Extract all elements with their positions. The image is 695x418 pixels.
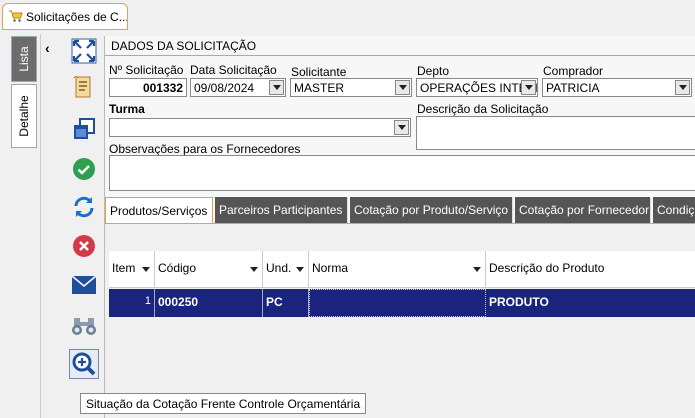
- tooltip: Situação da Cotação Frente Controle Orça…: [80, 393, 367, 414]
- tab-produtos-servicos-label: Produtos/Serviços: [110, 204, 208, 218]
- column-header-descricao[interactable]: Descrição do Produto: [486, 251, 695, 288]
- search-binoculars-button[interactable]: [69, 311, 99, 341]
- zoom-icon: [72, 352, 96, 376]
- budget-situation-button[interactable]: [69, 349, 99, 379]
- depto-dropdown-icon[interactable]: [521, 80, 536, 95]
- comprador-label: Comprador: [543, 64, 604, 78]
- numero-label: Nº Solicitação: [109, 63, 184, 77]
- cell-descricao[interactable]: PRODUTO: [486, 289, 695, 317]
- comprador-value: PATRICIA: [546, 81, 600, 95]
- turma-select[interactable]: [109, 118, 411, 137]
- check-icon: [73, 158, 95, 180]
- collapse-column: ‹: [40, 34, 62, 418]
- column-header-codigo-label: Código: [158, 261, 197, 275]
- expand-icon: [71, 38, 97, 64]
- tab-parceiros-label: Parceiros Participantes: [219, 203, 343, 217]
- numero-field[interactable]: 001332: [109, 78, 187, 97]
- chevron-left-icon[interactable]: ‹: [45, 40, 50, 56]
- column-header-und[interactable]: Und.: [263, 251, 309, 288]
- sort-dropdown-icon[interactable]: [473, 267, 481, 272]
- tab-cotacao-produto-label: Cotação por Produto/Serviço: [354, 203, 509, 217]
- sort-dropdown-icon[interactable]: [250, 267, 258, 272]
- data-field[interactable]: 09/08/2024: [190, 78, 286, 97]
- turma-label: Turma: [109, 102, 145, 116]
- turma-dropdown-icon[interactable]: [394, 120, 409, 135]
- tab-lista[interactable]: Lista: [11, 36, 37, 82]
- observacoes-label: Observações para os Fornecedores: [109, 142, 301, 156]
- cancel-icon: [73, 235, 95, 257]
- data-value: 09/08/2024: [194, 81, 255, 95]
- email-button[interactable]: [69, 270, 99, 300]
- solicitante-value: MASTER: [294, 81, 345, 95]
- document-tab-strip: Solicitações de C...: [0, 0, 695, 34]
- tab-condicoes-label: Condiçõ: [657, 203, 695, 217]
- column-header-norma-label: Norma: [312, 261, 349, 275]
- cell-und[interactable]: PC: [263, 289, 309, 317]
- tab-cotacao-fornecedor-label: Cotação por Fornecedor: [519, 203, 650, 217]
- tab-detalhe-label: Detalhe: [17, 95, 31, 137]
- depto-label: Depto: [417, 64, 450, 78]
- tab-parceiros-participantes[interactable]: Parceiros Participantes: [215, 197, 348, 223]
- refresh-icon: [74, 196, 94, 218]
- cancel-button[interactable]: [69, 231, 99, 261]
- data-label: Data Solicitação: [190, 63, 277, 77]
- column-header-descricao-label: Descrição do Produto: [489, 261, 605, 275]
- document-icon: [73, 76, 91, 98]
- document-tab-title: Solicitações de C...: [26, 10, 128, 24]
- products-tab-body: Item Código Und. Norma Descrição do Prod…: [105, 223, 695, 418]
- column-header-item-label: Item: [112, 261, 136, 275]
- confirm-button[interactable]: [69, 154, 99, 184]
- tab-lista-label: Lista: [17, 46, 31, 72]
- copy-window-button[interactable]: [69, 114, 99, 144]
- tab-cotacao-fornecedor[interactable]: Cotação por Fornecedor: [515, 197, 651, 223]
- solicitante-label: Solicitante: [291, 65, 347, 79]
- expand-button[interactable]: [69, 36, 99, 66]
- solicitante-select[interactable]: MASTER: [290, 78, 412, 97]
- section-title: DADOS DA SOLICITAÇÃO: [105, 36, 695, 56]
- tab-condicoes[interactable]: Condiçõ: [653, 197, 695, 223]
- observacoes-field[interactable]: [109, 155, 695, 191]
- detail-panel: DADOS DA SOLICITAÇÃO Nº Solicitação 0013…: [104, 36, 695, 418]
- binoculars-icon: [72, 318, 96, 335]
- column-header-item[interactable]: Item: [109, 251, 155, 288]
- mail-icon: [71, 275, 97, 294]
- toolbar: [62, 34, 104, 418]
- document-tab[interactable]: Solicitações de C...: [2, 3, 128, 30]
- copy-window-icon: [74, 118, 95, 139]
- column-header-norma[interactable]: Norma: [309, 251, 486, 288]
- cell-codigo[interactable]: 000250: [155, 289, 263, 317]
- tab-cotacao-produto[interactable]: Cotação por Produto/Serviço: [350, 197, 513, 223]
- column-header-codigo[interactable]: Código: [155, 251, 263, 288]
- detail-tabs: Produtos/Serviços Parceiros Participante…: [105, 197, 695, 223]
- document-button[interactable]: [69, 72, 99, 102]
- sort-dropdown-icon[interactable]: [296, 267, 304, 272]
- solicitante-dropdown-icon[interactable]: [395, 80, 410, 95]
- side-tabs: Lista Detalhe: [0, 34, 40, 418]
- cart-icon: [9, 10, 23, 22]
- date-dropdown-icon[interactable]: [269, 80, 284, 95]
- column-header-und-label: Und.: [266, 261, 292, 275]
- tab-detalhe[interactable]: Detalhe: [11, 84, 37, 148]
- tab-produtos-servicos[interactable]: Produtos/Serviços: [105, 197, 213, 223]
- refresh-button[interactable]: [69, 192, 99, 222]
- comprador-dropdown-icon[interactable]: [675, 80, 690, 95]
- comprador-select[interactable]: PATRICIA: [542, 78, 692, 97]
- depto-select[interactable]: OPERAÇÕES INTERN.: [416, 78, 538, 97]
- cell-item[interactable]: 1: [109, 289, 155, 317]
- sort-dropdown-icon[interactable]: [142, 267, 150, 272]
- descricao-field[interactable]: [416, 116, 695, 150]
- cell-norma[interactable]: [309, 289, 486, 317]
- descricao-label: Descrição da Solicitação: [417, 102, 549, 116]
